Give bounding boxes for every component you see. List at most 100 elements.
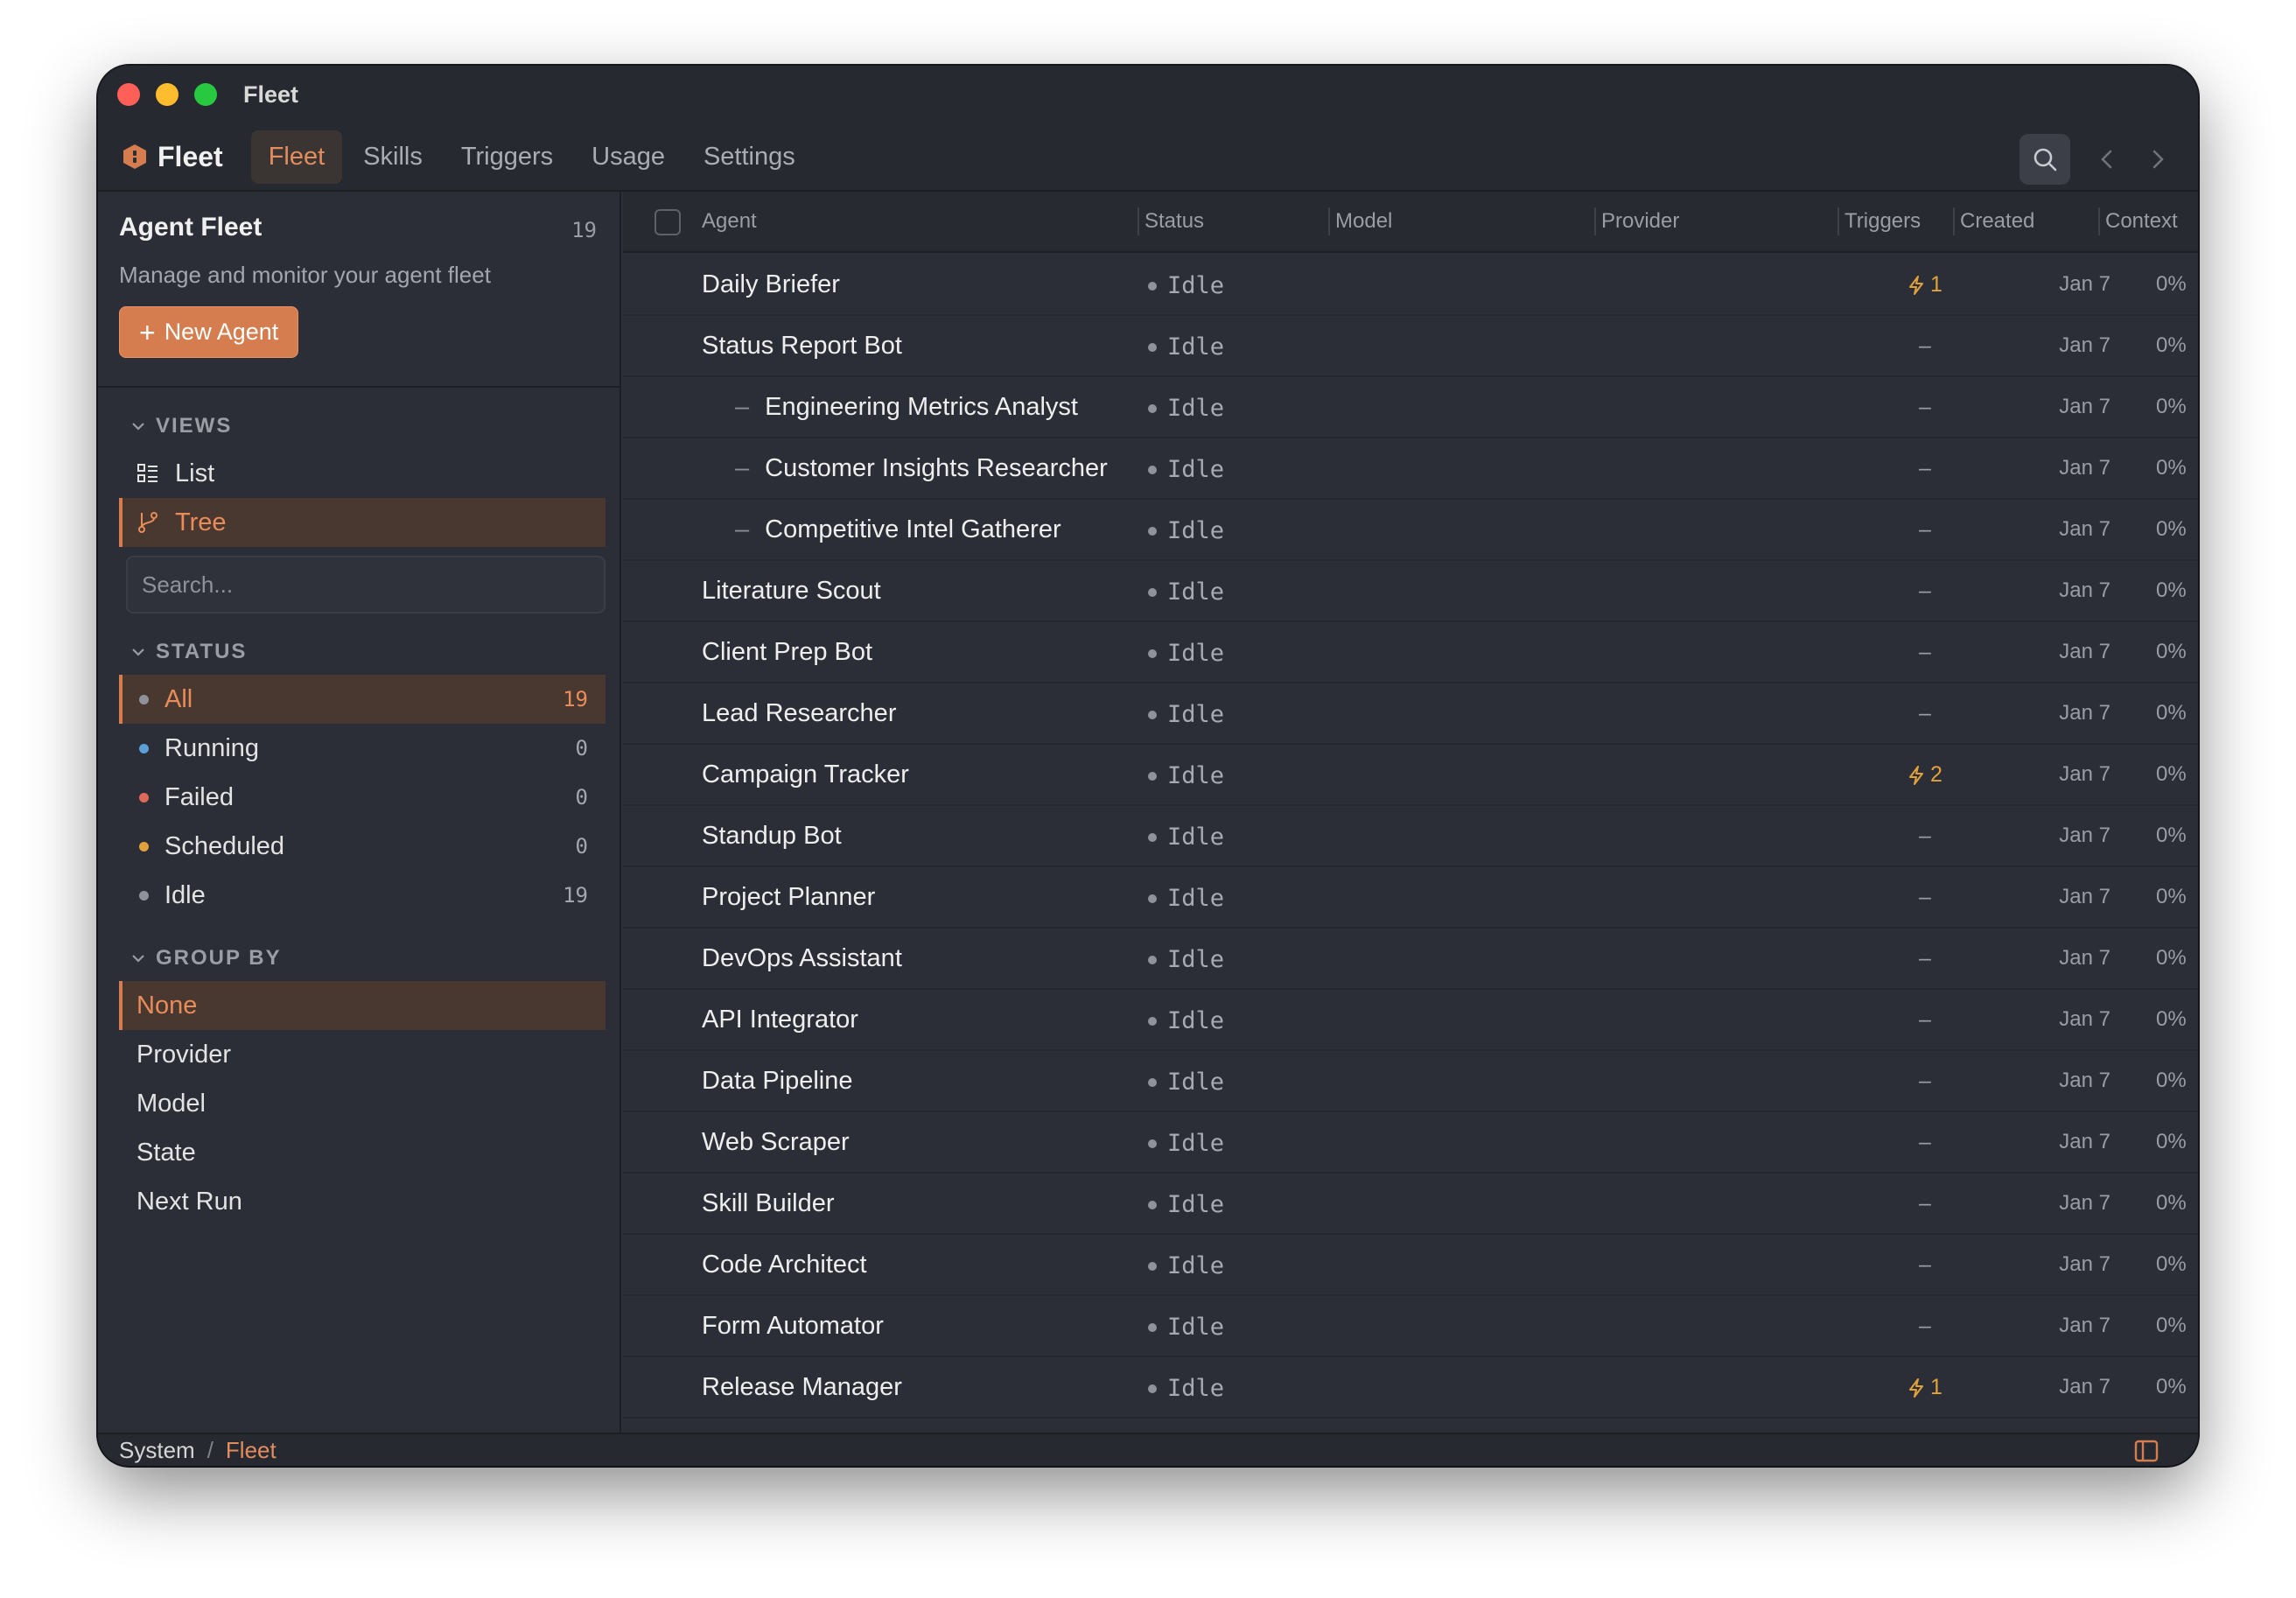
group-by-state[interactable]: State (119, 1128, 606, 1177)
column-created[interactable]: Created (1960, 209, 2034, 234)
view-label: Tree (175, 508, 227, 536)
back-button[interactable] (2093, 145, 2121, 173)
tab-skills[interactable]: Skills (346, 130, 440, 184)
column-triggers[interactable]: Triggers (1844, 209, 1921, 234)
agent-name[interactable]: DevOps Assistant (702, 944, 902, 973)
tab-fleet[interactable]: Fleet (250, 130, 343, 184)
close-window-button[interactable] (117, 83, 140, 106)
status-filter-running[interactable]: Running 0 (119, 724, 606, 773)
agent-name[interactable]: Data Pipeline (702, 1067, 853, 1096)
agent-name[interactable]: Form Automator (702, 1312, 884, 1341)
agent-name[interactable]: Client Prep Bot (702, 638, 872, 667)
column-status[interactable]: Status (1144, 209, 1204, 234)
group-by-model[interactable]: Model (119, 1079, 606, 1128)
table-row[interactable]: Web Scraper Idle – Jan 7 0% (623, 1112, 2198, 1174)
column-divider[interactable] (1328, 207, 1330, 235)
agent-name[interactable]: Skill Builder (702, 1189, 835, 1218)
tab-triggers[interactable]: Triggers (444, 130, 570, 184)
agent-name[interactable]: Release Manager (702, 1373, 902, 1402)
agent-name[interactable]: Literature Scout (702, 577, 881, 606)
agent-name[interactable]: API Integrator (702, 1006, 858, 1034)
status-filter-failed[interactable]: Failed 0 (119, 773, 606, 822)
agent-name[interactable]: Daily Briefer (702, 270, 840, 299)
agent-status-label: Idle (1167, 395, 1225, 422)
agent-name[interactable]: Code Architect (702, 1251, 867, 1279)
status-dot-icon (139, 841, 149, 852)
breadcrumb-fleet[interactable]: Fleet (226, 1437, 276, 1464)
table-row[interactable]: Skill Builder Idle – Jan 7 0% (623, 1174, 2198, 1235)
status-dot-icon (1148, 955, 1157, 964)
column-divider[interactable] (1953, 207, 1955, 235)
panel-toggle-icon[interactable] (2133, 1438, 2160, 1464)
select-all-checkbox[interactable] (654, 209, 681, 235)
status-dot-icon (1148, 1384, 1157, 1393)
tab-usage[interactable]: Usage (574, 130, 682, 184)
table-row[interactable]: Standup Bot Idle – Jan 7 0% (623, 806, 2198, 867)
column-divider[interactable] (1138, 207, 1139, 235)
search-input[interactable] (142, 571, 590, 599)
breadcrumb-system[interactable]: System (119, 1437, 195, 1464)
status-filter-all[interactable]: All 19 (119, 675, 606, 724)
agent-name[interactable]: Status Report Bot (702, 332, 902, 361)
agent-name[interactable]: Project Planner (702, 883, 875, 912)
table-row[interactable]: API Integrator Idle – Jan 7 0% (623, 990, 2198, 1051)
agent-name[interactable]: Engineering Metrics Analyst (735, 393, 1078, 422)
table-row[interactable]: Form Automator Idle – Jan 7 0% (623, 1296, 2198, 1357)
table-row[interactable]: Engineering Metrics Analyst Idle – Jan 7 0% (623, 377, 2198, 438)
table-row[interactable]: Project Planner Idle – Jan 7 0% (623, 867, 2198, 929)
table-row[interactable]: Code Architect Idle – Jan 7 0% (623, 1235, 2198, 1296)
table-row[interactable]: Campaign Tracker Idle 2 Jan 7 0% (623, 745, 2198, 806)
global-search-button[interactable] (2020, 134, 2070, 185)
agent-name[interactable]: Customer Insights Researcher (735, 454, 1108, 483)
table-row[interactable]: Data Pipeline Idle – Jan 7 0% (623, 1051, 2198, 1112)
table-row[interactable]: Customer Insights Researcher Idle – Jan 7 0% (623, 438, 2198, 500)
agent-triggers: – (1890, 640, 1960, 665)
table-row[interactable]: Release Manager Idle 1 Jan 7 0% (623, 1357, 2198, 1419)
agent-triggers[interactable]: 2 (1890, 762, 1960, 788)
table-row[interactable]: Daily Briefer Idle 1 Jan 7 0% (623, 255, 2198, 316)
agent-triggers[interactable]: 1 (1890, 272, 1960, 298)
group-by-provider[interactable]: Provider (119, 1030, 606, 1079)
column-divider[interactable] (1838, 207, 1839, 235)
view-tree[interactable]: Tree (119, 498, 606, 547)
agent-name[interactable]: Web Scraper (702, 1128, 850, 1157)
group-by-next-run[interactable]: Next Run (119, 1177, 606, 1226)
column-divider[interactable] (2098, 207, 2100, 235)
agent-name[interactable]: Standup Bot (702, 822, 842, 851)
zoom-window-button[interactable] (194, 83, 217, 106)
column-divider[interactable] (1594, 207, 1596, 235)
group-by-none[interactable]: None (119, 981, 606, 1030)
group-by-section-toggle[interactable]: GROUP BY (131, 946, 620, 971)
table-row[interactable]: DevOps Assistant Idle – Jan 7 0% (623, 929, 2198, 990)
column-agent[interactable]: Agent (702, 209, 757, 234)
agent-status: Idle (1148, 762, 1224, 789)
table-row[interactable]: Status Report Bot Idle – Jan 7 0% (623, 316, 2198, 377)
agent-name[interactable]: Lead Researcher (702, 699, 896, 728)
agent-context: 0% (2156, 1314, 2187, 1337)
minimize-window-button[interactable] (156, 83, 178, 106)
column-provider[interactable]: Provider (1601, 209, 1679, 234)
tab-settings[interactable]: Settings (686, 130, 813, 184)
views-section-toggle[interactable]: VIEWS (131, 414, 620, 438)
view-list[interactable]: List (119, 449, 606, 498)
status-section-toggle[interactable]: STATUS (131, 640, 620, 664)
forward-button[interactable] (2144, 145, 2172, 173)
status-dot-icon (1148, 403, 1157, 413)
brand[interactable]: Fleet (121, 141, 223, 173)
column-context[interactable]: Context (2105, 209, 2178, 234)
new-agent-button[interactable]: + New Agent (119, 306, 299, 358)
agent-context: 0% (2156, 946, 2187, 970)
agent-name[interactable]: Competitive Intel Gatherer (735, 515, 1060, 544)
agent-triggers[interactable]: 1 (1890, 1375, 1960, 1400)
agent-context: 0% (2156, 1191, 2187, 1215)
status-filter-idle[interactable]: Idle 19 (119, 871, 606, 920)
trigger-count: – (1919, 517, 1931, 542)
status-filter-scheduled[interactable]: Scheduled 0 (119, 822, 606, 871)
agent-name[interactable]: Campaign Tracker (702, 760, 909, 789)
column-model[interactable]: Model (1335, 209, 1392, 234)
table-row[interactable]: Literature Scout Idle – Jan 7 0% (623, 561, 2198, 622)
table-row[interactable]: Client Prep Bot Idle – Jan 7 0% (623, 622, 2198, 683)
table-row[interactable]: Lead Researcher Idle – Jan 7 0% (623, 683, 2198, 745)
table-row[interactable]: Competitive Intel Gatherer Idle – Jan 7 0% (623, 500, 2198, 561)
status-dot-icon (1148, 710, 1157, 719)
